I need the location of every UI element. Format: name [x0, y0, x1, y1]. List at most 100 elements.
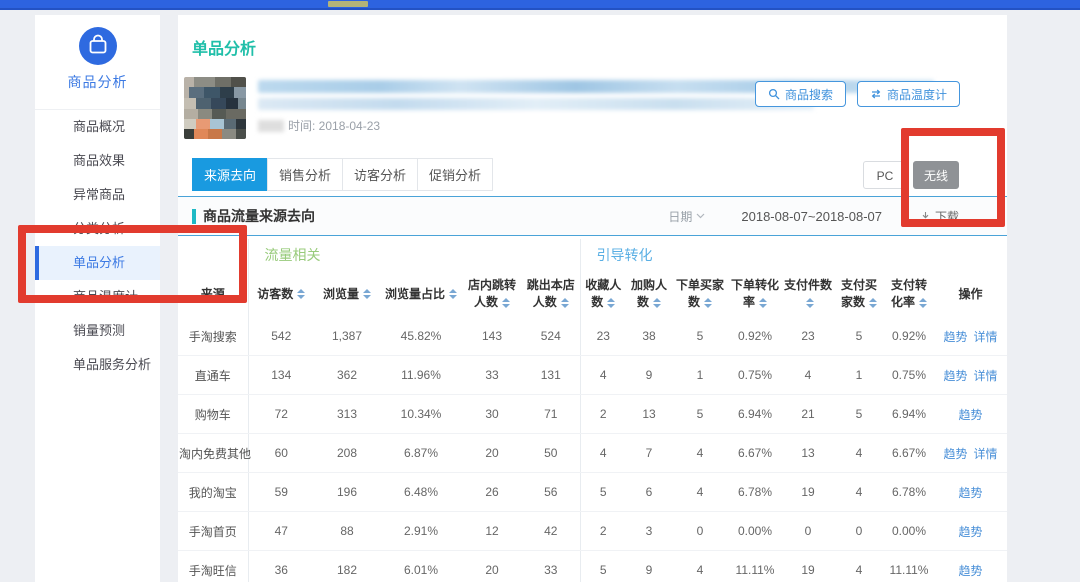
- sort-icon[interactable]: [759, 298, 767, 308]
- column-header-label: 下单买家数: [676, 278, 724, 309]
- metric-cell: 0: [782, 512, 834, 551]
- page-title: 单品分析: [192, 35, 1007, 59]
- sidebar-item[interactable]: 商品概况: [35, 110, 160, 144]
- date-range-value[interactable]: 2018-08-07~2018-08-07: [741, 209, 882, 224]
- tab[interactable]: 促销分析: [417, 158, 493, 191]
- metric-cell: 134: [248, 356, 314, 395]
- column-header: 支付件数: [782, 271, 834, 317]
- date-dropdown[interactable]: 日期: [668, 208, 705, 225]
- metric-cell: 20: [462, 434, 522, 473]
- product-search-button[interactable]: 商品搜索: [755, 81, 846, 107]
- sidebar-item[interactable]: 商品效果: [35, 144, 160, 178]
- detail-link[interactable]: 详情: [974, 369, 998, 383]
- metric-cell: 2: [580, 395, 626, 434]
- sidebar-item[interactable]: 销量预测: [35, 314, 160, 348]
- tab-active[interactable]: 来源去向: [192, 158, 268, 191]
- metric-cell: 3: [626, 512, 672, 551]
- metric-cell: 313: [314, 395, 380, 434]
- sort-icon[interactable]: [607, 298, 615, 308]
- metric-cell: 143: [462, 317, 522, 356]
- product-summary: 时间: 2018-04-23 商品搜索 商品温度计: [184, 77, 1007, 141]
- column-header: 访客数: [248, 271, 314, 317]
- source-cell: 直通车: [178, 356, 248, 395]
- metric-cell: 5: [580, 473, 626, 512]
- metric-cell: 9: [626, 551, 672, 582]
- metric-cell: 0.92%: [884, 317, 934, 356]
- metric-cell: 6.94%: [884, 395, 934, 434]
- metric-cell: 71: [522, 395, 580, 434]
- metric-cell: 1: [672, 356, 728, 395]
- section-accent-bar: [192, 209, 196, 224]
- redacted-label-chip: [258, 120, 284, 132]
- metric-cell: 6.01%: [380, 551, 462, 582]
- actions-cell: 趋势: [934, 473, 1007, 512]
- trend-link[interactable]: 趋势: [959, 486, 983, 500]
- sort-icon[interactable]: [869, 298, 877, 308]
- sort-icon[interactable]: [561, 298, 569, 308]
- detail-link[interactable]: 详情: [974, 447, 998, 461]
- metric-cell: 5: [672, 317, 728, 356]
- sidebar-item[interactable]: 单品服务分析: [35, 348, 160, 382]
- metric-cell: 0: [672, 512, 728, 551]
- sort-icon[interactable]: [363, 289, 371, 299]
- sidebar-title: 商品分析: [35, 72, 160, 92]
- metric-cell: 56: [522, 473, 580, 512]
- sort-icon[interactable]: [653, 298, 661, 308]
- metric-cell: 11.11%: [728, 551, 782, 582]
- detail-link[interactable]: 详情: [974, 330, 998, 344]
- actions-cell: 趋势: [934, 395, 1007, 434]
- sort-icon[interactable]: [502, 298, 510, 308]
- metric-cell: 12: [462, 512, 522, 551]
- trend-link[interactable]: 趋势: [959, 525, 983, 539]
- metric-cell: 4: [782, 356, 834, 395]
- metric-cell: 33: [522, 551, 580, 582]
- column-header: 跳出本店人数: [522, 271, 580, 317]
- trend-link[interactable]: 趋势: [944, 330, 968, 344]
- table-row: 手淘搜索5421,38745.82%143524233850.92%2350.9…: [178, 317, 1007, 356]
- metric-cell: 36: [248, 551, 314, 582]
- metric-cell: 0.00%: [884, 512, 934, 551]
- tab[interactable]: 访客分析: [342, 158, 418, 191]
- source-cell: 我的淘宝: [178, 473, 248, 512]
- sort-icon[interactable]: [806, 298, 814, 308]
- metric-cell: 23: [782, 317, 834, 356]
- tab[interactable]: 销售分析: [267, 158, 343, 191]
- sidebar-header: 商品分析: [35, 15, 160, 110]
- tab-row: 来源去向销售分析访客分析促销分析 PC 无线: [192, 158, 1007, 191]
- metric-cell: 4: [580, 434, 626, 473]
- product-thermometer-button[interactable]: 商品温度计: [857, 81, 960, 107]
- column-header: 浏览量: [314, 271, 380, 317]
- metric-cell: 5: [834, 317, 884, 356]
- metric-cell: 6.94%: [728, 395, 782, 434]
- metric-cell: 0.00%: [728, 512, 782, 551]
- sidebar-item[interactable]: 异常商品: [35, 178, 160, 212]
- trend-link[interactable]: 趋势: [959, 408, 983, 422]
- traffic-source-table: 流量相关引导转化来源访客数浏览量浏览量占比店内跳转人数跳出本店人数收藏人数加购人…: [178, 239, 1007, 582]
- metric-cell: 2: [580, 512, 626, 551]
- column-header: 收藏人数: [580, 271, 626, 317]
- sort-icon[interactable]: [297, 289, 305, 299]
- actions-cell: 趋势详情: [934, 434, 1007, 473]
- metric-cell: 4: [834, 434, 884, 473]
- sort-icon[interactable]: [449, 289, 457, 299]
- section-title: 商品流量来源去向: [192, 206, 315, 226]
- sort-icon[interactable]: [704, 298, 712, 308]
- metric-cell: 21: [782, 395, 834, 434]
- trend-link[interactable]: 趋势: [959, 564, 983, 578]
- sort-icon[interactable]: [919, 298, 927, 308]
- metric-cell: 11.11%: [884, 551, 934, 582]
- metric-cell: 50: [522, 434, 580, 473]
- product-subtitle-redacted: [258, 98, 814, 110]
- metric-cell: 131: [522, 356, 580, 395]
- source-cell: 手淘搜索: [178, 317, 248, 356]
- section-header: 商品流量来源去向 日期 2018-08-07~2018-08-07 下载: [178, 196, 1007, 236]
- metric-cell: 4: [580, 356, 626, 395]
- metric-cell: 5: [580, 551, 626, 582]
- metric-cell: 72: [248, 395, 314, 434]
- metric-cell: 9: [626, 356, 672, 395]
- chevron-down-icon: [696, 213, 705, 219]
- metric-cell: 13: [782, 434, 834, 473]
- trend-link[interactable]: 趋势: [944, 369, 968, 383]
- annotation-box-toggle-download: [901, 128, 1005, 227]
- trend-link[interactable]: 趋势: [944, 447, 968, 461]
